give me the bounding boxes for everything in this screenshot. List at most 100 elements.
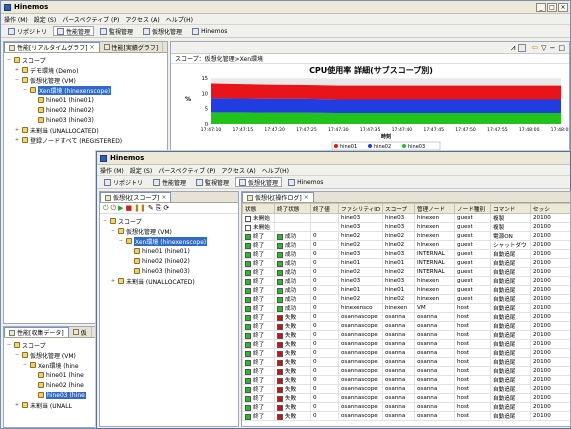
tree-node[interactable]: hine01 (hine01) (6, 95, 165, 105)
perspective-2[interactable]: 監視管理 (96, 26, 137, 36)
clone-icon[interactable]: ⎘ (156, 204, 162, 213)
perspective-4[interactable]: Hinemos (188, 26, 231, 36)
tree-node[interactable]: − Xen環境 (hinexenscope) (6, 85, 165, 95)
tree-node[interactable]: − Xen環境 (hinexenscope) (102, 236, 236, 246)
menu-item-3[interactable]: アクセス (A) (125, 15, 159, 24)
expand-toggle-icon[interactable]: + (14, 127, 20, 133)
tree-node[interactable]: hine01 (hine (6, 370, 94, 380)
tree-node[interactable]: hine03 (hine03) (6, 115, 165, 125)
tab-vm-operation-log[interactable]: 仮想化[操作ログ] × (242, 192, 314, 202)
tree-node[interactable]: − 仮想化管理 (VM) (6, 350, 94, 360)
menu-item-0[interactable]: 操作 (M) (100, 166, 124, 175)
tree-node[interactable]: − 仮想化管理 (VM) (102, 226, 236, 236)
expand-toggle-icon[interactable]: − (22, 362, 28, 368)
tree-node[interactable]: + 未割当 (UNALLOCATED) (6, 125, 165, 135)
column-header[interactable]: スコープ (382, 203, 415, 214)
tree-node[interactable]: + 未割当 (UNALLOCATED) (102, 276, 236, 286)
perspective-1[interactable]: 性能管理 (53, 26, 95, 36)
perspective-4[interactable]: Hinemos (284, 177, 327, 187)
expand-toggle-icon[interactable]: − (118, 238, 124, 244)
tree-node[interactable]: hine02 (hine02) (102, 256, 236, 266)
table-row[interactable]: 終了 成功 0 hinexensco hinexen VM host 自動追尾 20100 (242, 303, 570, 313)
tab-graph-1[interactable]: 性能[実績グラフ] (100, 42, 164, 52)
table-row[interactable]: 終了 失敗 0 osannascope osanna osanna host 自動追尾 2010… (242, 312, 570, 322)
tree-node[interactable]: − 仮想化管理 (VM) (6, 75, 165, 85)
minimize-view-icon[interactable]: − (550, 44, 556, 52)
tree-node[interactable]: − スコープ (6, 340, 94, 350)
close-button[interactable]: × (558, 2, 568, 12)
perspective-1[interactable]: 性能管理 (149, 177, 190, 187)
table-row[interactable]: 未開始 hine03 hine03 hinexen guest 複製 20100 (242, 213, 570, 223)
tree-node[interactable]: + デモ環境 (Demo) (6, 65, 165, 75)
menu-item-0[interactable]: 操作 (M) (4, 15, 28, 24)
pause-icon[interactable]: ❚❚ (134, 204, 146, 212)
maximize-view-icon[interactable]: □ (558, 44, 565, 52)
expand-toggle-icon[interactable]: − (14, 352, 20, 358)
tab-graph-0[interactable]: 性能[リアルタイムグラフ] × (4, 42, 100, 52)
tree-node[interactable]: hine03 (hine (6, 390, 94, 400)
tab-vm-scope[interactable]: 仮想化[スコープ] × (100, 192, 172, 202)
tree-node[interactable]: hine02 (hine02) (6, 105, 165, 115)
perspective-3[interactable]: 仮想化管理 (139, 26, 186, 36)
table-row[interactable]: 終了 成功 0 hine02 hine02 INTERNAL guest 自動追尾 20100 (242, 267, 570, 277)
back-arrow-icon[interactable]: ⇦ (531, 43, 538, 52)
tree-node[interactable]: − スコープ (102, 216, 236, 226)
tree-node[interactable]: − スコープ (6, 55, 165, 65)
column-header[interactable]: 管理ノード (414, 203, 455, 214)
expand-toggle-icon[interactable]: − (6, 342, 12, 348)
table-row[interactable]: 終了 成功 0 hine02 hine02 hinexen guest 電源ON 20100 (242, 231, 570, 241)
tree-node[interactable]: + 未割当 (UNALL (6, 400, 94, 410)
tree-node[interactable]: − Xen環境 (hine (6, 360, 94, 370)
expand-toggle-icon[interactable]: + (14, 137, 20, 143)
perspective-0[interactable]: リポジトリ (4, 26, 51, 36)
settings-icon[interactable] (518, 43, 527, 52)
tree-node[interactable]: hine03 (hine03) (102, 266, 236, 276)
expand-toggle-icon[interactable]: − (102, 218, 108, 224)
table-row[interactable]: 終了 成功 0 hine02 hine02 hinexen guest シャットダウ 20100 (242, 240, 570, 250)
column-header[interactable]: コマンド (490, 203, 531, 214)
column-header[interactable]: 終了値 (310, 203, 339, 214)
power-on-icon[interactable]: ⏻ (103, 204, 109, 213)
column-header[interactable]: ノード種別 (454, 203, 491, 214)
table-row[interactable]: 終了 失敗 0 osannascope osanna osanna host 自動追尾 2010… (242, 402, 570, 412)
table-row[interactable]: 終了 失敗 0 osannascope osanna osanna host 自動追尾 2010… (242, 321, 570, 331)
menu-item-4[interactable]: ヘルプ(H) (262, 166, 289, 175)
table-row[interactable]: 終了 失敗 0 osannascope osanna osanna host 自動追尾 2010… (242, 375, 570, 385)
table-row[interactable]: 終了 失敗 0 osannascope osanna osanna host 自動追尾 2010… (242, 393, 570, 403)
expand-toggle-icon[interactable]: − (22, 87, 28, 93)
column-header[interactable]: 状態 (242, 203, 275, 214)
table-row[interactable]: 終了 失敗 0 osannascope osanna osanna host 自動追尾 2010… (242, 339, 570, 349)
table-row[interactable]: 終了 失敗 0 osannascope osanna osanna host 自動追尾 2010… (242, 384, 570, 394)
table-row[interactable]: 終了 失敗 0 osannascope osanna osanna host 自動追尾 2010… (242, 366, 570, 376)
column-header[interactable]: セッシ (530, 203, 570, 214)
table-row[interactable]: 終了 成功 0 hine03 hine03 INTERNAL guest 自動追尾 20100 (242, 249, 570, 259)
table-row[interactable]: 終了 成功 0 hine02 hine02 hinexen guest 自動追尾 20100 (242, 294, 570, 304)
expand-toggle-icon[interactable]: − (14, 77, 20, 83)
table-row[interactable]: 終了 成功 0 hine03 hine03 hinexen guest 自動追尾 20100 (242, 276, 570, 286)
close-tab-icon[interactable]: × (90, 44, 95, 51)
expand-toggle-icon[interactable]: + (14, 67, 20, 73)
expand-toggle-icon[interactable]: + (110, 278, 116, 284)
minimize-button[interactable]: _ (536, 2, 546, 12)
table-row[interactable]: 終了 成功 0 hine01 hine01 INTERNAL guest 自動追尾 20100 (242, 258, 570, 268)
perspective-2[interactable]: 監視管理 (192, 177, 233, 187)
column-header[interactable]: 終了状態 (274, 203, 311, 214)
table-row[interactable]: 終了 失敗 0 osannascope osanna osanna host 自動追尾 2010… (242, 330, 570, 340)
menu-item-4[interactable]: ヘルプ(H) (166, 15, 193, 24)
perspective-3[interactable]: 仮想化管理 (235, 177, 283, 187)
play-icon[interactable]: ▶ (118, 204, 123, 212)
close-tab-icon[interactable]: × (304, 194, 309, 201)
table-row[interactable]: 未開始 hine03 hine03 hinexen guest 複製 20100 (242, 222, 570, 232)
tab-bottom-1[interactable]: 仮 (69, 327, 92, 337)
snapshot-icon[interactable]: ✎ (148, 204, 154, 212)
menu-item-2[interactable]: パースペクティブ (P) (62, 15, 119, 24)
refresh-icon[interactable]: ⟳ (163, 204, 169, 212)
expand-toggle-icon[interactable]: + (14, 402, 20, 408)
tab-bottom-0[interactable]: 性能[収集データ] (4, 327, 69, 337)
menu-down-icon[interactable]: ▽ (541, 44, 546, 52)
power-off-icon[interactable]: ⏻ (111, 204, 117, 213)
tree-node[interactable]: hine01 (hine01) (102, 246, 236, 256)
tree-node[interactable]: + 登録ノードすべて (REGISTERED) (6, 135, 165, 145)
perspective-0[interactable]: リポジトリ (100, 177, 147, 187)
expand-toggle-icon[interactable]: − (110, 228, 116, 234)
